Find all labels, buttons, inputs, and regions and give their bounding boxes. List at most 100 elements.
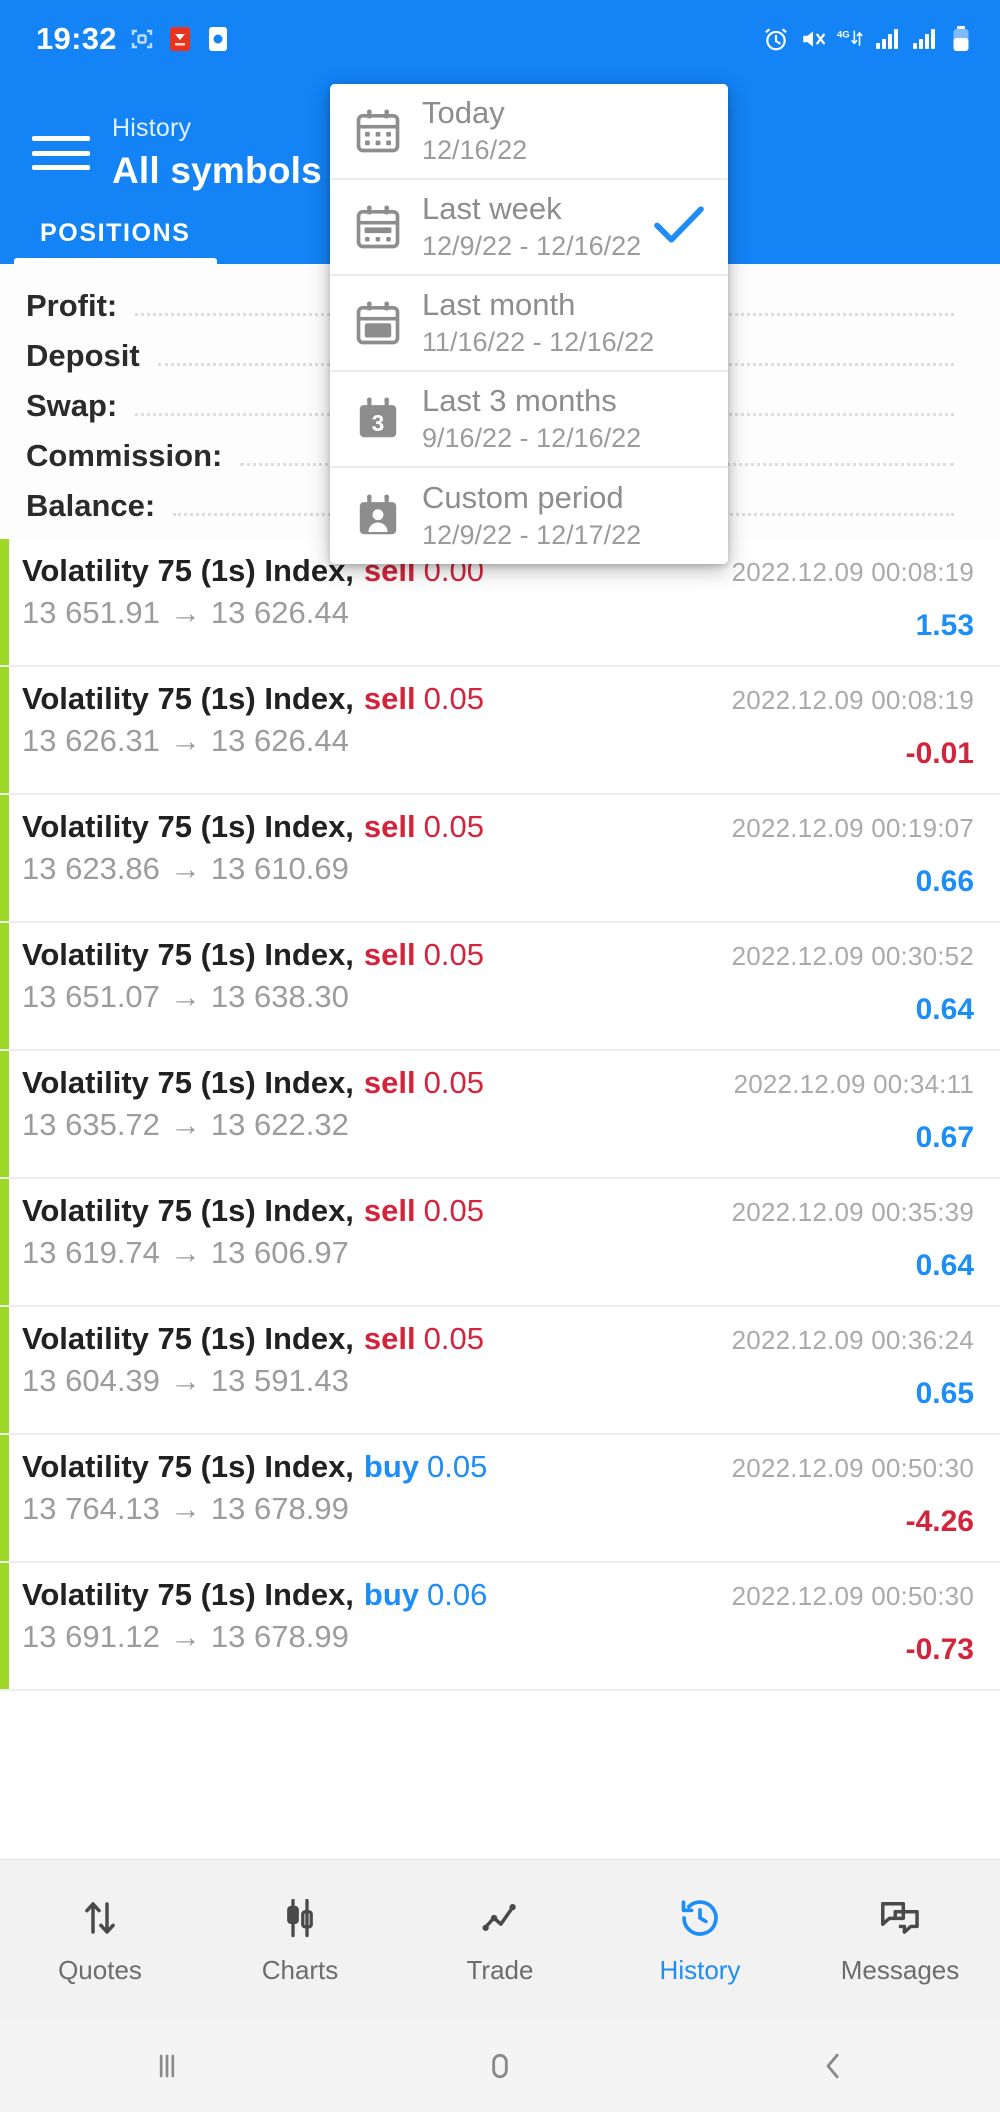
menu-item-last-month[interactable]: Last month 11/16/22 - 12/16/22	[330, 276, 728, 372]
trade-volume: 0.06	[427, 1577, 488, 1612]
signal-1-icon	[874, 26, 900, 52]
trade-side: sell 0.05	[363, 809, 484, 844]
trade-row[interactable]: Volatility 75 (1s) Index, sell 0.05 2022.12…	[0, 667, 1000, 795]
status-clock: 19:32	[36, 21, 117, 56]
app-bar-subtitle: History	[112, 114, 192, 142]
menu-item-last-week[interactable]: Last week 12/9/22 - 12/16/22	[330, 180, 728, 276]
signal-2-icon	[911, 26, 937, 52]
4g-data-icon: 4G	[837, 26, 863, 52]
status-bar-left: 19:32	[0, 21, 231, 57]
alarm-icon	[763, 26, 789, 52]
trade-close-price: 13 622.32	[210, 1107, 349, 1142]
trade-side: sell 0.05	[363, 1193, 484, 1228]
trade-prices: 13 651.07 → 13 638.30	[22, 979, 974, 1015]
trade-timestamp: 2022.12.09 00:08:19	[731, 685, 974, 715]
calendar-today-icon	[352, 105, 404, 157]
nav-label: History	[659, 1955, 741, 1985]
arrow-right-icon: →	[169, 1107, 201, 1142]
trade-symbol: Volatility 75 (1s) Index,	[22, 1321, 354, 1356]
trade-prices: 13 651.91 → 13 626.44	[22, 595, 974, 631]
menu-item-text: Last 3 months 9/16/22 - 12/16/22	[422, 383, 641, 454]
trade-side: sell 0.05	[363, 1065, 484, 1100]
trade-accent-bar	[0, 539, 9, 665]
trade-open-price: 13 626.31	[22, 723, 160, 758]
trade-close-price: 13 678.99	[210, 1491, 349, 1526]
trade-side: sell 0.05	[363, 1321, 484, 1356]
candlestick-icon	[279, 1894, 321, 1942]
app-badge-red-icon	[167, 26, 193, 52]
arrow-right-icon: →	[169, 851, 201, 886]
trade-profit: 0.65	[915, 1377, 974, 1410]
trade-prices: 13 691.12 → 13 678.99	[22, 1619, 974, 1655]
trade-history-list[interactable]: Volatility 75 (1s) Index, sell 0.00 2022.12…	[0, 539, 1000, 1859]
app-bar-titles: History All symbols	[112, 114, 322, 192]
trade-row[interactable]: Volatility 75 (1s) Index, sell 0.05 2022.12…	[0, 923, 1000, 1051]
trade-profit: 0.64	[915, 993, 974, 1026]
calendar-week-icon	[352, 201, 404, 253]
trade-open-price: 13 619.74	[22, 1235, 160, 1270]
app-badge-icon	[205, 26, 231, 52]
home-icon[interactable]	[333, 2046, 666, 2086]
trade-open-price: 13 604.39	[22, 1363, 160, 1398]
system-navigation-bar	[0, 2020, 1000, 2112]
trade-symbol: Volatility 75 (1s) Index,	[22, 553, 354, 588]
back-icon[interactable]	[667, 2046, 1000, 2086]
trade-accent-bar	[0, 1435, 9, 1561]
trade-profit: 0.64	[915, 1249, 974, 1282]
hamburger-menu-icon[interactable]	[32, 130, 90, 176]
arrow-right-icon: →	[169, 1235, 201, 1270]
trade-volume: 0.05	[423, 809, 484, 844]
trade-volume: 0.05	[423, 1065, 484, 1100]
menu-item-subtitle: 11/16/22 - 12/16/22	[422, 326, 655, 357]
trade-row[interactable]: Volatility 75 (1s) Index, buy 0.06 2022.12.…	[0, 1563, 1000, 1691]
trade-prices: 13 604.39 → 13 591.43	[22, 1363, 974, 1399]
nav-item-charts[interactable]: Charts	[200, 1894, 400, 1986]
trade-volume: 0.05	[423, 681, 484, 716]
period-dropdown-menu[interactable]: Today 12/16/22 Last week 12/9/22 - 12/16…	[330, 84, 728, 564]
trade-close-price: 13 638.30	[210, 979, 349, 1014]
bottom-navigation: Quotes Charts Trade History Messages	[0, 1859, 1000, 2020]
trade-accent-bar	[0, 1179, 9, 1305]
arrow-right-icon: →	[169, 1619, 201, 1654]
nav-item-history[interactable]: History	[600, 1894, 800, 1986]
trade-symbol: Volatility 75 (1s) Index,	[22, 1449, 354, 1484]
nav-item-messages[interactable]: Messages	[800, 1894, 1000, 1986]
trade-close-price: 13 678.99	[210, 1619, 349, 1654]
line-chart-icon	[479, 1894, 521, 1942]
trade-profit: 1.53	[915, 609, 974, 642]
menu-item-title: Last month	[422, 286, 576, 322]
nav-item-quotes[interactable]: Quotes	[0, 1894, 200, 1986]
recents-icon[interactable]	[0, 2046, 333, 2086]
trade-timestamp: 2022.12.09 00:36:24	[731, 1325, 974, 1355]
menu-item-last-3-months[interactable]: 3 Last 3 months 9/16/22 - 12/16/22	[330, 372, 728, 468]
trade-open-price: 13 635.72	[22, 1107, 160, 1142]
menu-item-custom-period[interactable]: Custom period 12/9/22 - 12/17/22	[330, 468, 728, 564]
tab-positions[interactable]: POSITIONS	[0, 202, 231, 264]
trade-accent-bar	[0, 795, 9, 921]
menu-item-subtitle: 12/9/22 - 12/17/22	[422, 519, 642, 550]
nav-item-trade[interactable]: Trade	[400, 1894, 600, 1986]
trade-symbol: Volatility 75 (1s) Index,	[22, 1577, 354, 1612]
trade-row[interactable]: Volatility 75 (1s) Index, sell 0.05 2022.12…	[0, 1307, 1000, 1435]
trade-open-price: 13 651.91	[22, 595, 160, 630]
trade-profit: -0.73	[905, 1633, 974, 1666]
trade-row[interactable]: Volatility 75 (1s) Index, sell 0.05 2022.12…	[0, 1179, 1000, 1307]
arrow-right-icon: →	[169, 1363, 201, 1398]
chat-bubbles-icon	[878, 1894, 922, 1942]
menu-item-today[interactable]: Today 12/16/22	[330, 84, 728, 180]
trade-accent-bar	[0, 923, 9, 1049]
trade-volume: 0.05	[423, 1321, 484, 1356]
summary-label: Deposit	[26, 338, 140, 373]
summary-label: Commission:	[26, 438, 223, 473]
trade-row[interactable]: Volatility 75 (1s) Index, sell 0.05 2022.12…	[0, 1051, 1000, 1179]
calendar-custom-icon	[352, 490, 404, 542]
trade-timestamp: 2022.12.09 00:08:19	[731, 557, 974, 587]
calendar-3months-icon: 3	[352, 393, 404, 445]
trade-row[interactable]: Volatility 75 (1s) Index, sell 0.05 2022.12…	[0, 795, 1000, 923]
menu-item-title: Custom period	[422, 479, 624, 515]
trade-symbol: Volatility 75 (1s) Index,	[22, 681, 354, 716]
nav-label: Messages	[840, 1955, 960, 1985]
trade-row[interactable]: Volatility 75 (1s) Index, buy 0.05 2022.12.…	[0, 1435, 1000, 1563]
trade-timestamp: 2022.12.09 00:30:52	[731, 941, 974, 971]
trade-side: sell 0.05	[363, 937, 484, 972]
